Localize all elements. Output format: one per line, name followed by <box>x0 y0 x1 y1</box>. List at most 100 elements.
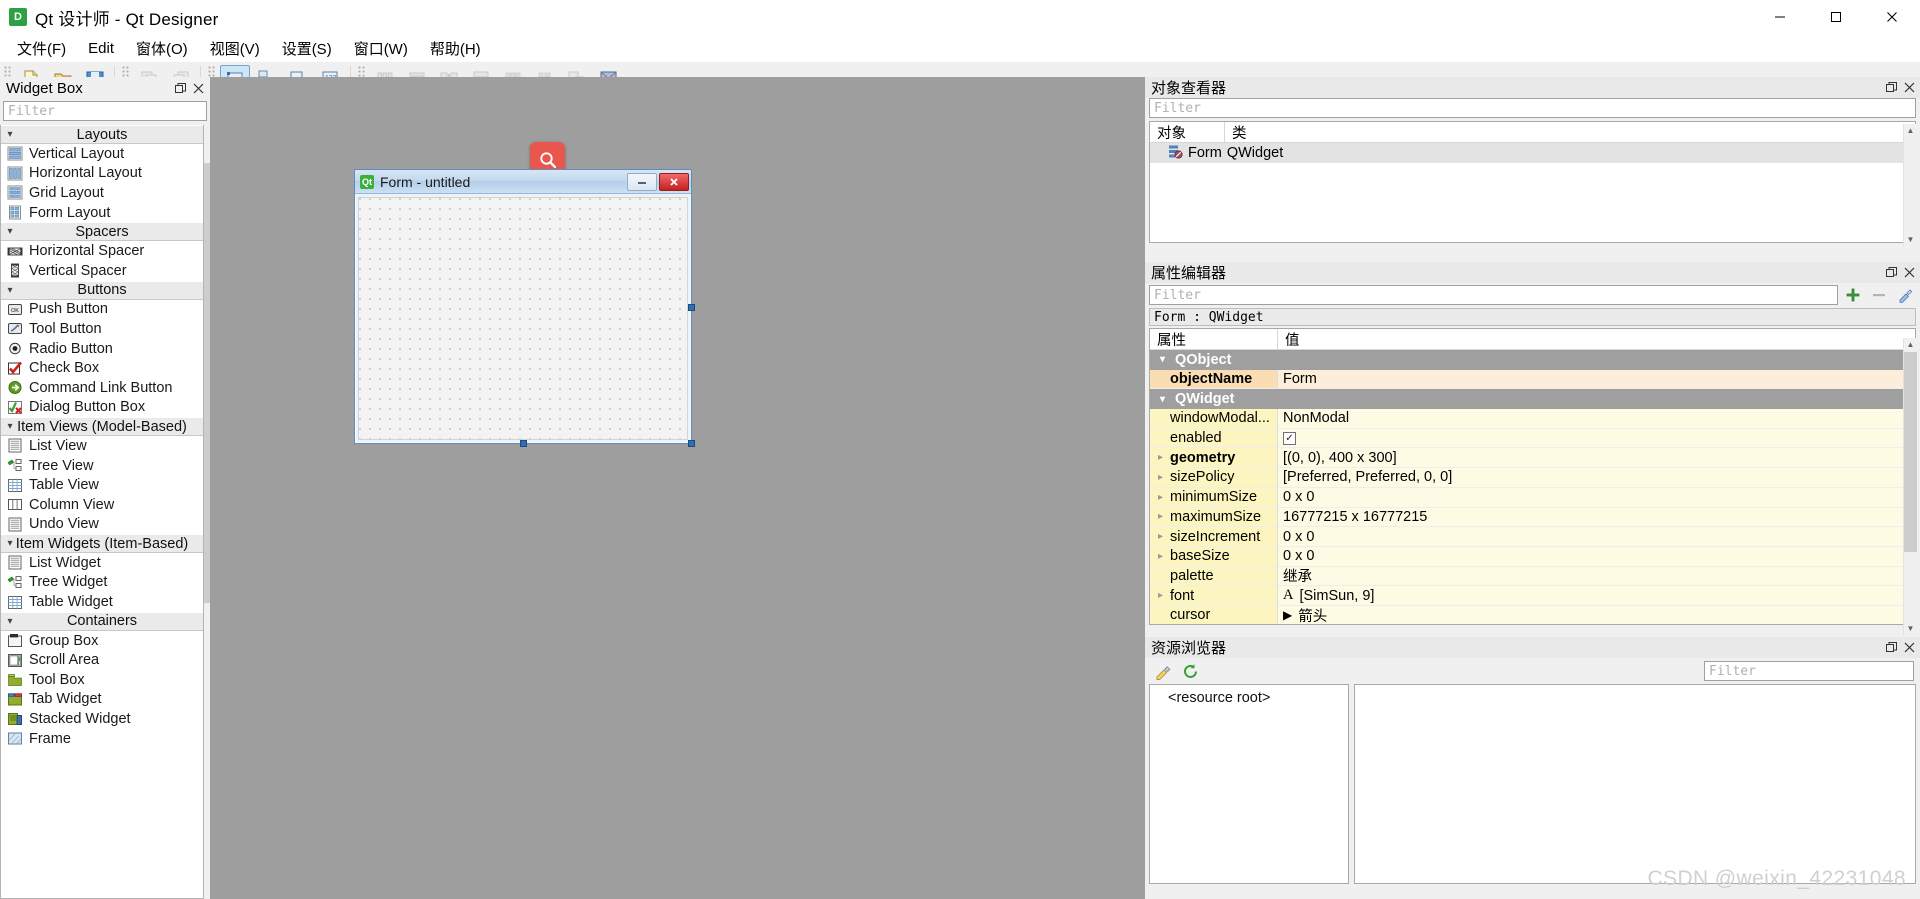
resource-browser-float-button[interactable] <box>1883 640 1899 656</box>
object-inspector-close-button[interactable] <box>1901 80 1917 96</box>
property-value-cell[interactable]: 继承 <box>1278 566 1915 587</box>
widget-box-item-tree-widget[interactable]: Tree Widget <box>1 573 203 593</box>
widget-box-item-tool-box[interactable]: Tool Box <box>1 670 203 690</box>
widget-box-category-buttons[interactable]: ▾ Buttons <box>1 280 203 300</box>
chevron-right-icon[interactable]: ▸ <box>1154 452 1167 463</box>
widget-box-item-vertical-layout[interactable]: Vertical Layout <box>1 144 203 164</box>
property-value-cell[interactable]: A [SimSun, 9] <box>1278 586 1915 606</box>
menu-view[interactable]: 视图(V) <box>199 35 271 62</box>
object-inspector-scrollbar[interactable]: ▲ ▼ <box>1903 124 1916 246</box>
widget-box-category-containers[interactable]: ▾ Containers <box>1 611 203 631</box>
chevron-right-icon[interactable]: ▸ <box>1154 472 1167 483</box>
widget-box-item-horizontal-layout[interactable]: Horizontal Layout <box>1 164 203 184</box>
object-inspector-filter-input[interactable]: Filter <box>1149 98 1916 118</box>
design-form-window[interactable]: Qt Form - untitled <box>354 169 695 447</box>
widget-box-item-group-box[interactable]: Group Box <box>1 631 203 651</box>
design-form-title-bar[interactable]: Qt Form - untitled <box>355 170 691 194</box>
design-form-body[interactable] <box>358 197 688 440</box>
chevron-down-icon[interactable]: ▾ <box>1156 394 1169 405</box>
menu-edit[interactable]: Edit <box>77 37 125 60</box>
form-canvas[interactable]: Qt Form - untitled <box>210 77 1145 899</box>
add-icon[interactable] <box>1842 285 1864 305</box>
pencil-icon[interactable] <box>1151 661 1173 681</box>
design-form-close-button[interactable] <box>659 172 689 191</box>
property-editor-column-name[interactable]: 属性 <box>1150 329 1278 349</box>
widget-box-item-check-box[interactable]: Check Box <box>1 358 203 378</box>
resource-root-label[interactable]: <resource root> <box>1150 685 1348 706</box>
widget-box-item-command-link-button[interactable]: Command Link Button <box>1 378 203 398</box>
configure-icon[interactable] <box>1894 285 1916 305</box>
scroll-down-arrow-icon[interactable]: ▼ <box>1904 622 1917 635</box>
property-row-font[interactable]: ▸ font A [SimSun, 9] <box>1150 586 1915 606</box>
property-value-cell[interactable]: Form <box>1278 369 1915 390</box>
scroll-up-arrow-icon[interactable]: ▲ <box>1904 338 1917 351</box>
reload-icon[interactable] <box>1179 661 1201 681</box>
menu-help[interactable]: 帮助(H) <box>419 35 492 62</box>
widget-box-item-push-button[interactable]: OK Push Button <box>1 300 203 320</box>
widget-box-item-form-layout[interactable]: Form Layout <box>1 203 203 223</box>
widget-box-filter-input[interactable]: Filter <box>3 101 207 121</box>
scroll-down-arrow-icon[interactable]: ▼ <box>1904 233 1917 246</box>
property-editor-float-button[interactable] <box>1883 265 1899 281</box>
chevron-right-icon[interactable]: ▸ <box>1154 590 1167 601</box>
object-inspector-column-class[interactable]: 类 <box>1225 122 1915 142</box>
widget-box-item-tool-button[interactable]: Tool Button <box>1 319 203 339</box>
property-editor-close-button[interactable] <box>1901 265 1917 281</box>
property-row-windowmodal[interactable]: windowModal... NonModal <box>1150 409 1915 429</box>
widget-box-item-stacked-widget[interactable]: Stacked Widget <box>1 709 203 729</box>
widget-box-item-radio-button[interactable]: Radio Button <box>1 339 203 359</box>
property-group-qwidget[interactable]: ▾ QWidget <box>1150 389 1915 410</box>
menu-window[interactable]: 窗口(W) <box>343 35 419 62</box>
chevron-right-icon[interactable]: ▸ <box>1154 551 1167 562</box>
menu-form[interactable]: 窗体(O) <box>125 35 199 62</box>
property-group-qobject[interactable]: ▾ QObject <box>1150 350 1915 370</box>
widget-box-item-dialog-button-box[interactable]: Dialog Button Box <box>1 398 203 418</box>
property-value-cell[interactable]: 0 x 0 <box>1278 527 1915 547</box>
widget-box-item-tree-view[interactable]: Tree View <box>1 456 203 476</box>
resize-handle-middle-right[interactable] <box>688 303 695 311</box>
resource-browser-close-button[interactable] <box>1901 640 1917 656</box>
widget-box-category-item-widgets-item-based[interactable]: ▾ Item Widgets (Item-Based) <box>1 534 203 554</box>
property-value-cell[interactable]: ▶ 箭头 <box>1278 605 1915 624</box>
chevron-down-icon[interactable]: ▾ <box>1156 354 1169 365</box>
widget-box-item-undo-view[interactable]: Undo View <box>1 515 203 535</box>
widget-box-item-vertical-spacer[interactable]: Vertical Spacer <box>1 261 203 281</box>
resize-handle-bottom-center[interactable] <box>520 440 527 447</box>
remove-icon[interactable] <box>1868 285 1890 305</box>
widget-box-item-table-view[interactable]: Table View <box>1 475 203 495</box>
widget-box-item-column-view[interactable]: Column View <box>1 495 203 515</box>
property-row-cursor[interactable]: cursor ▶ 箭头 <box>1150 605 1915 624</box>
menu-file[interactable]: 文件(F) <box>6 35 77 62</box>
minimize-button[interactable] <box>1752 0 1808 34</box>
property-value-cell[interactable]: NonModal <box>1278 409 1915 429</box>
property-row-enabled[interactable]: enabled ✓ <box>1150 428 1915 449</box>
chevron-right-icon[interactable]: ▸ <box>1154 511 1167 522</box>
property-row-basesize[interactable]: ▸ baseSize 0 x 0 <box>1150 546 1915 567</box>
widget-box-item-list-view[interactable]: List View <box>1 436 203 456</box>
chevron-right-icon[interactable]: ▸ <box>1154 492 1167 503</box>
property-editor-scroll-thumb[interactable] <box>1904 352 1917 552</box>
widget-box-list[interactable]: ▾ Layouts Vertical Layout Horizontal Layout… <box>0 125 204 899</box>
widget-box-category-item-views-model-based[interactable]: ▾ Item Views (Model-Based) <box>1 417 203 437</box>
object-inspector-table[interactable]: 对象 类 Form QWidget <box>1149 121 1916 243</box>
widget-box-category-layouts[interactable]: ▾ Layouts <box>1 125 203 144</box>
property-value-checkbox[interactable]: ✓ <box>1283 431 1296 445</box>
resource-tree[interactable]: <resource root> <box>1149 684 1349 884</box>
widget-box-category-spacers[interactable]: ▾ Spacers <box>1 222 203 242</box>
maximize-button[interactable] <box>1808 0 1864 34</box>
object-inspector-float-button[interactable] <box>1883 80 1899 96</box>
property-row-geometry[interactable]: ▸ geometry [(0, 0), 400 x 300] <box>1150 448 1915 469</box>
resource-browser-filter-input[interactable]: Filter <box>1704 661 1914 681</box>
property-value-cell[interactable]: [Preferred, Preferred, 0, 0] <box>1278 468 1915 488</box>
property-row-sizepolicy[interactable]: ▸ sizePolicy [Preferred, Preferred, 0, 0] <box>1150 468 1915 488</box>
widget-box-item-frame[interactable]: Frame <box>1 729 203 749</box>
resource-preview[interactable] <box>1354 684 1916 884</box>
object-inspector-column-object[interactable]: 对象 <box>1150 122 1225 142</box>
widget-box-item-tab-widget[interactable]: Tab Widget <box>1 690 203 710</box>
property-row-palette[interactable]: palette 继承 <box>1150 566 1915 587</box>
property-editor-table[interactable]: 属性 值 ▾ QObject objectName Form ▾ QWidget windo… <box>1149 328 1916 625</box>
property-editor-filter-input[interactable]: Filter <box>1149 285 1838 305</box>
widget-box-item-horizontal-spacer[interactable]: Horizontal Spacer <box>1 241 203 261</box>
property-row-minimumsize[interactable]: ▸ minimumSize 0 x 0 <box>1150 487 1915 508</box>
property-editor-scrollbar[interactable]: ▲ ▼ <box>1903 338 1917 635</box>
